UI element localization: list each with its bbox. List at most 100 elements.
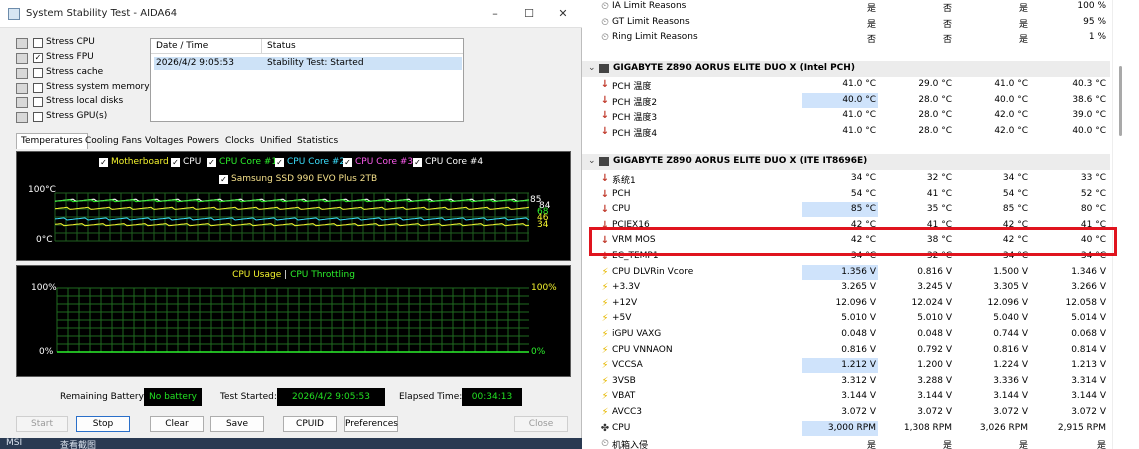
sensor-value: 否 (942, 4, 952, 14)
sensor-row[interactable]: ⚡ VBAT 3.144 V 3.144 V 3.144 V 3.144 V (582, 389, 1110, 405)
title-bar[interactable]: System Stability Test - AIDA64 – ☐ ✕ (0, 0, 582, 28)
log-row[interactable]: 2026/4/2 9:05:53 Stability Test: Started (154, 57, 462, 70)
close-button[interactable]: Close (514, 416, 568, 432)
sensor-row[interactable]: ↓ PCH 54 °C 41 °C 54 °C 52 °C (582, 187, 1110, 203)
sensor-row[interactable]: ↓ PCH 温度4 41.0 °C 28.0 °C 42.0 °C 40.0 °C (582, 124, 1110, 140)
tab-voltages[interactable]: Voltages (141, 133, 187, 149)
sensor-row[interactable]: ⚡ +5V 5.010 V 5.010 V 5.040 V 5.014 V (582, 311, 1110, 327)
stress-checkbox[interactable] (33, 97, 43, 107)
sensor-value: 否 (942, 19, 952, 30)
stress-label: Stress GPU(s) (46, 111, 108, 121)
sensor-group-header[interactable]: ⌄ GIGABYTE Z890 AORUS ELITE DUO X (Intel … (582, 61, 1110, 77)
sensor-row[interactable]: ⏲ Ring Limit Reasons 否 否 是 1 % (582, 30, 1110, 46)
stress-option[interactable]: Stress CPU (16, 37, 146, 51)
column-header-date-time[interactable]: Date / Time (156, 41, 208, 51)
sensor-value: 3.144 V (993, 391, 1028, 402)
preferences-button[interactable]: Preferences (344, 416, 398, 432)
column-header-status[interactable]: Status (267, 41, 296, 51)
sensor-value: 85 °C (1002, 204, 1028, 215)
cpu-y-bottom-label: 0% (39, 347, 54, 357)
sensor-group-header[interactable]: ⌄ GIGABYTE Z890 AORUS ELITE DUO X (ITE IT… (582, 154, 1110, 170)
sensor-row[interactable]: ↓ PCH 温度2 40.0 °C 28.0 °C 40.0 °C 38.6 °C (582, 92, 1110, 109)
sensor-value: 1.346 V (1071, 266, 1106, 277)
sensor-row[interactable]: ⚡ AVCC3 3.072 V 3.072 V 3.072 V 3.072 V (582, 405, 1110, 421)
sensor-value: 29.0 °C (918, 79, 952, 89)
tab-cooling-fans[interactable]: Cooling Fans (81, 133, 146, 149)
collapse-icon[interactable]: ⌄ (588, 63, 596, 73)
sensor-value: 42.0 °C (994, 125, 1028, 136)
sensor-value: 3.288 V (917, 375, 952, 386)
close-window-button[interactable]: ✕ (550, 5, 576, 23)
volt-icon: ⚡ (601, 329, 609, 340)
collapse-icon[interactable]: ⌄ (588, 156, 596, 166)
sensor-row[interactable]: ⚡ VCCSA 1.212 V 1.200 V 1.224 V 1.213 V (582, 358, 1110, 374)
tab-powers[interactable]: Powers (183, 133, 223, 149)
sensor-row[interactable]: ⏲ GT Limit Reasons 是 否 是 95 % (582, 15, 1110, 31)
stress-checkbox[interactable]: ✓ (33, 53, 43, 63)
desktop-label-2[interactable]: 查看截图 (60, 438, 96, 449)
scrollbar[interactable] (1112, 0, 1139, 449)
stress-checkbox[interactable] (33, 112, 43, 122)
sensor-row[interactable]: ↓ PCH 温度 41.0 °C 29.0 °C 41.0 °C 40.3 °C (582, 77, 1110, 93)
cpuid-button[interactable]: CPUID (283, 416, 337, 432)
sensor-row[interactable]: ⚡ 3VSB 3.312 V 3.288 V 3.336 V 3.314 V (582, 374, 1110, 390)
sensor-value: 40.0 °C (842, 94, 876, 105)
test-started-value: 2026/4/2 9:05:53 (277, 388, 385, 406)
stress-checkbox[interactable] (33, 83, 43, 93)
sensor-row[interactable]: ⏲ IA Limit Reasons 是 否 是 100 % (582, 0, 1110, 15)
sensor-row[interactable]: ⚡ iGPU VAXG 0.048 V 0.048 V 0.744 V 0.068 V (582, 327, 1110, 343)
window-title: System Stability Test - AIDA64 (26, 8, 178, 19)
group-title: GIGABYTE Z890 AORUS ELITE DUO X (ITE IT8… (613, 156, 868, 166)
sensor-value: 0.814 V (1071, 344, 1106, 355)
sensor-row[interactable]: ↓ PCH 温度3 41.0 °C 28.0 °C 42.0 °C 39.0 °C (582, 108, 1110, 124)
current-value-label: 34 (537, 220, 549, 230)
sensor-value: 2,915 RPM (1057, 422, 1106, 433)
stress-checkbox[interactable] (33, 68, 43, 78)
sensor-value: 12.096 V (987, 297, 1028, 308)
y-axis-bottom-label: 0°C (36, 235, 53, 245)
sensor-value: 3,026 RPM (979, 422, 1028, 433)
save-button[interactable]: Save (210, 416, 264, 432)
sensor-name: CPU (612, 204, 631, 215)
sensor-row[interactable]: ✤ CPU 3,000 RPM 1,308 RPM 3,026 RPM 2,915 RPM (582, 420, 1110, 437)
elapsed-value: 00:34:13 (462, 388, 522, 406)
sensor-row[interactable]: ⚡ CPU DLVRin Vcore 1.356 V 0.816 V 1.500 V 1.… (582, 264, 1110, 281)
sensor-row[interactable]: ↓ 系统1 34 °C 32 °C 34 °C 33 °C (582, 171, 1110, 187)
minimize-button[interactable]: – (482, 5, 508, 23)
stress-checkbox[interactable] (33, 38, 43, 48)
sensor-value: 1,308 RPM (903, 422, 952, 433)
stress-option[interactable]: ✓ Stress FPU (16, 52, 146, 66)
log-time: 2026/4/2 9:05:53 (156, 58, 234, 68)
scrollbar-thumb[interactable] (1119, 66, 1122, 136)
maximize-button[interactable]: ☐ (516, 5, 542, 23)
tab-temperatures[interactable]: Temperatures (16, 133, 88, 149)
start-button[interactable]: Start (16, 416, 68, 432)
sensor-name: +3.3V (612, 282, 641, 293)
stress-option[interactable]: Stress system memory (16, 82, 150, 96)
temperature-plot (54, 192, 530, 242)
sensor-panel: ⏲ IA Limit Reasons 是否是 100 % ⏲ GT Limit Reaso… (582, 0, 1139, 449)
sensor-row[interactable]: ↓ CPU 85 °C 35 °C 85 °C 80 °C (582, 202, 1110, 218)
log-table-header: Date / Time Status (151, 39, 463, 54)
sensor-row[interactable]: ⚡ +12V 12.096 V 12.024 V 12.096 V 12.058 V (582, 296, 1110, 312)
sensor-value: 28.0 °C (918, 110, 952, 120)
volt-icon: ⚡ (601, 360, 609, 372)
sensor-row[interactable]: ⚡ CPU VNNAON 0.816 V 0.792 V 0.816 V 0.814 V (582, 343, 1110, 359)
sensor-name: PCH 温度3 (612, 113, 658, 123)
sensor-value: 1.500 V (993, 266, 1028, 277)
stress-option[interactable]: Stress GPU(s) (16, 111, 146, 125)
stop-button[interactable]: Stop (76, 416, 130, 432)
tab-unified[interactable]: Unified (256, 133, 296, 149)
tab-statistics[interactable]: Statistics (293, 133, 342, 149)
sensor-value: 1 % (1088, 32, 1106, 43)
clear-button[interactable]: Clear (150, 416, 204, 432)
sensor-row[interactable]: ⏲ 机箱入侵 是 是 是 是 (582, 436, 1110, 449)
tab-clocks[interactable]: Clocks (221, 133, 258, 149)
desktop-label[interactable]: MSI (6, 438, 22, 448)
stress-option[interactable]: Stress local disks (16, 96, 146, 110)
sensor-value: 12.096 V (835, 297, 876, 308)
sensor-row[interactable]: ⚡ +3.3V 3.265 V 3.245 V 3.305 V 3.266 V (582, 280, 1110, 296)
sensor-value: 3.072 V (1071, 407, 1106, 417)
stress-option[interactable]: Stress cache (16, 67, 146, 81)
cpu-y-top-label: 100% (31, 283, 57, 293)
